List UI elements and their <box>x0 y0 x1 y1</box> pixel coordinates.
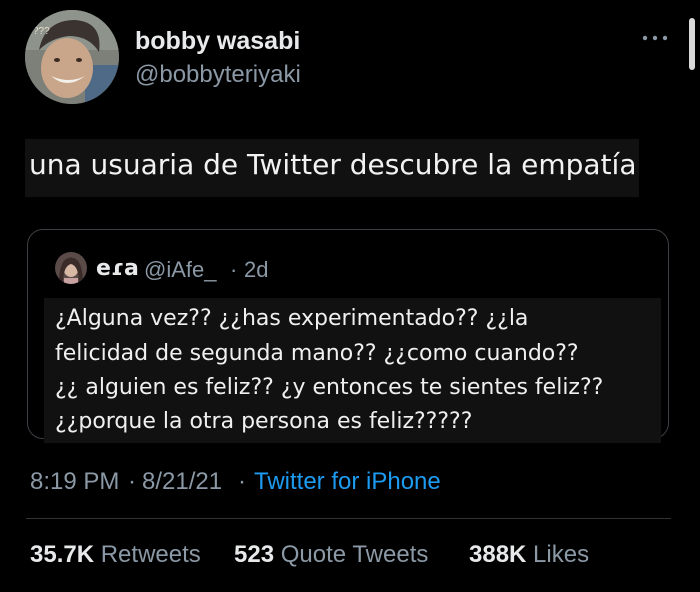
divider <box>26 518 671 519</box>
retweets-count: 35.7K <box>30 541 95 568</box>
avatar-overlay-text: ??? <box>33 26 50 37</box>
more-horizontal-icon[interactable] <box>640 28 670 48</box>
quoted-text-line: ¿Alguna vez?? ¿¿has experimentado?? ¿¿la <box>55 306 529 331</box>
tweet-text: una usuaria de Twitter descubre la empat… <box>29 148 637 181</box>
quoted-timestamp[interactable]: 2d <box>244 257 268 283</box>
author-name[interactable]: bobby wasabi <box>135 27 300 56</box>
likes-count: 388K <box>469 541 527 568</box>
quote-tweets-count: 523 <box>234 541 275 568</box>
scrollbar[interactable] <box>689 18 695 70</box>
likes-label: Likes <box>533 541 590 568</box>
author-avatar[interactable]: ??? <box>25 10 119 104</box>
retweets-label: Retweets <box>100 541 201 568</box>
quote-tweets-stat[interactable]: 523 Quote Tweets <box>234 541 428 569</box>
retweets-stat[interactable]: 35.7K Retweets <box>30 541 201 569</box>
quoted-author-handle[interactable]: @iAfe_ <box>144 257 216 283</box>
likes-stat[interactable]: 388K Likes <box>469 541 589 569</box>
tweet-source-link[interactable]: Twitter for iPhone <box>254 468 441 496</box>
meta-separator: · <box>128 468 136 495</box>
tweet-time[interactable]: 8:19 PM <box>30 468 119 496</box>
quoted-author-avatar[interactable] <box>55 252 87 284</box>
quoted-text-line: ¿¿ alguien es feliz?? ¿y entonces te sie… <box>55 375 604 400</box>
quoted-separator: · <box>230 257 238 282</box>
meta-separator: · <box>238 468 246 495</box>
quote-tweets-label: Quote Tweets <box>280 541 429 568</box>
author-handle[interactable]: @bobbyteriyaki <box>135 61 301 89</box>
quoted-author-name[interactable]: eɾa <box>96 256 139 281</box>
quoted-text-line: felicidad de segunda mano?? ¿¿como cuand… <box>55 341 579 366</box>
avatar-photo: ??? <box>25 10 119 104</box>
quoted-avatar-photo <box>55 252 87 284</box>
quoted-text-line: ¿¿porque la otra persona es feliz????? <box>55 409 473 434</box>
tweet-date[interactable]: 8/21/21 <box>142 468 222 496</box>
tweet-detail: ??? bobby wasabi @bobbyteriyaki una usua… <box>0 0 700 592</box>
